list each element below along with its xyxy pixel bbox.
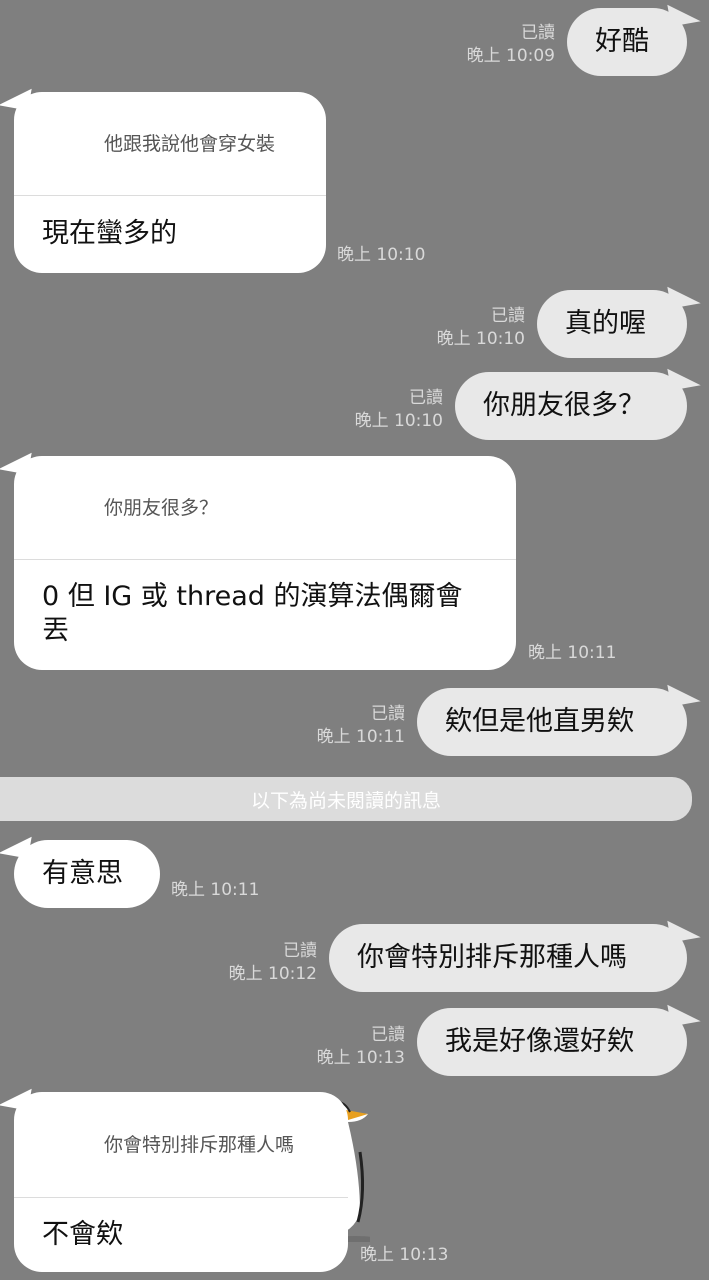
quoted-message[interactable]: 他跟我說他會穿女裝: [14, 92, 326, 196]
quoted-text: 你朋友很多？: [104, 496, 219, 519]
message-time: 晚上 10:10: [354, 411, 443, 431]
read-receipt: 已讀: [371, 704, 405, 724]
sent-message-bubble[interactable]: 你會特別排斥那種人嗎: [329, 924, 687, 992]
message-meta: 已讀 晚上 10:11: [300, 703, 405, 749]
unread-divider: 以下為尚未閱讀的訊息: [0, 777, 692, 821]
quoted-message[interactable]: 你會特別排斥那種人嗎: [14, 1092, 348, 1198]
message-text: 欸但是他直男欸: [445, 706, 634, 737]
message-meta: 已讀 晚上 10:10: [420, 305, 525, 351]
reply-body: 0 但 IG 或 thread 的演算法偶爾會 丟: [14, 560, 516, 668]
message-time: 晚上 10:11: [171, 880, 260, 900]
unread-divider-label: 以下為尚未閱讀的訊息: [250, 789, 441, 812]
message-time: 晚上 10:13: [316, 1048, 405, 1068]
message-text: 我是好像還好欸: [445, 1026, 634, 1057]
message-text: 有意思: [42, 858, 123, 889]
message-time: 晚上 10:11: [316, 727, 405, 747]
reply-body: 不會欸: [14, 1198, 348, 1272]
message-time: 晚上 10:12: [228, 964, 317, 984]
message-text-line: 0 但 IG 或 thread 的演算法偶爾會: [42, 581, 463, 612]
sent-message-bubble[interactable]: 好酷: [567, 8, 687, 76]
read-receipt: 已讀: [521, 23, 555, 43]
sent-message-bubble[interactable]: 欸但是他直男欸: [417, 688, 687, 756]
message-time: 晚上 10:10: [337, 245, 426, 265]
message-text: 你朋友很多？: [483, 390, 645, 421]
message-meta: 已讀 晚上 10:10: [338, 387, 443, 433]
read-receipt: 已讀: [283, 941, 317, 961]
message-text: 你會特別排斥那種人嗎: [357, 942, 627, 973]
sent-message-bubble[interactable]: 真的喔: [537, 290, 687, 358]
message-text: 好酷: [595, 26, 649, 57]
quoted-text: 他跟我說他會穿女裝: [104, 132, 276, 155]
received-reply-bubble[interactable]: 你朋友很多？ 0 但 IG 或 thread 的演算法偶爾會 丟: [14, 456, 516, 670]
read-receipt: 已讀: [409, 388, 443, 408]
quoted-text: 你會特別排斥那種人嗎: [104, 1133, 295, 1156]
read-receipt: 已讀: [371, 1025, 405, 1045]
message-text-line: 丟: [42, 615, 69, 646]
message-meta: 已讀 晚上 10:12: [212, 940, 317, 986]
message-time: 晚上 10:10: [436, 329, 525, 349]
message-time: 晚上 10:13: [360, 1245, 449, 1265]
message-meta: 已讀 晚上 10:09: [450, 22, 555, 68]
reply-body: 現在蠻多的: [14, 196, 326, 272]
sent-message-bubble[interactable]: 你朋友很多？: [455, 372, 687, 440]
message-meta: 已讀 晚上 10:13: [300, 1024, 405, 1070]
message-text: 真的喔: [565, 308, 646, 339]
received-reply-bubble[interactable]: 他跟我說他會穿女裝 現在蠻多的: [14, 92, 326, 273]
message-text: 現在蠻多的: [42, 218, 177, 249]
received-reply-bubble[interactable]: 你會特別排斥那種人嗎 不會欸: [14, 1092, 348, 1272]
sent-message-bubble[interactable]: 我是好像還好欸: [417, 1008, 687, 1076]
read-receipt: 已讀: [491, 306, 525, 326]
message-time: 晚上 10:11: [528, 643, 617, 663]
message-text: 不會欸: [42, 1219, 123, 1250]
message-time: 晚上 10:09: [466, 46, 555, 66]
received-message-bubble[interactable]: 有意思: [14, 840, 160, 908]
quoted-message[interactable]: 你朋友很多？: [14, 456, 516, 560]
